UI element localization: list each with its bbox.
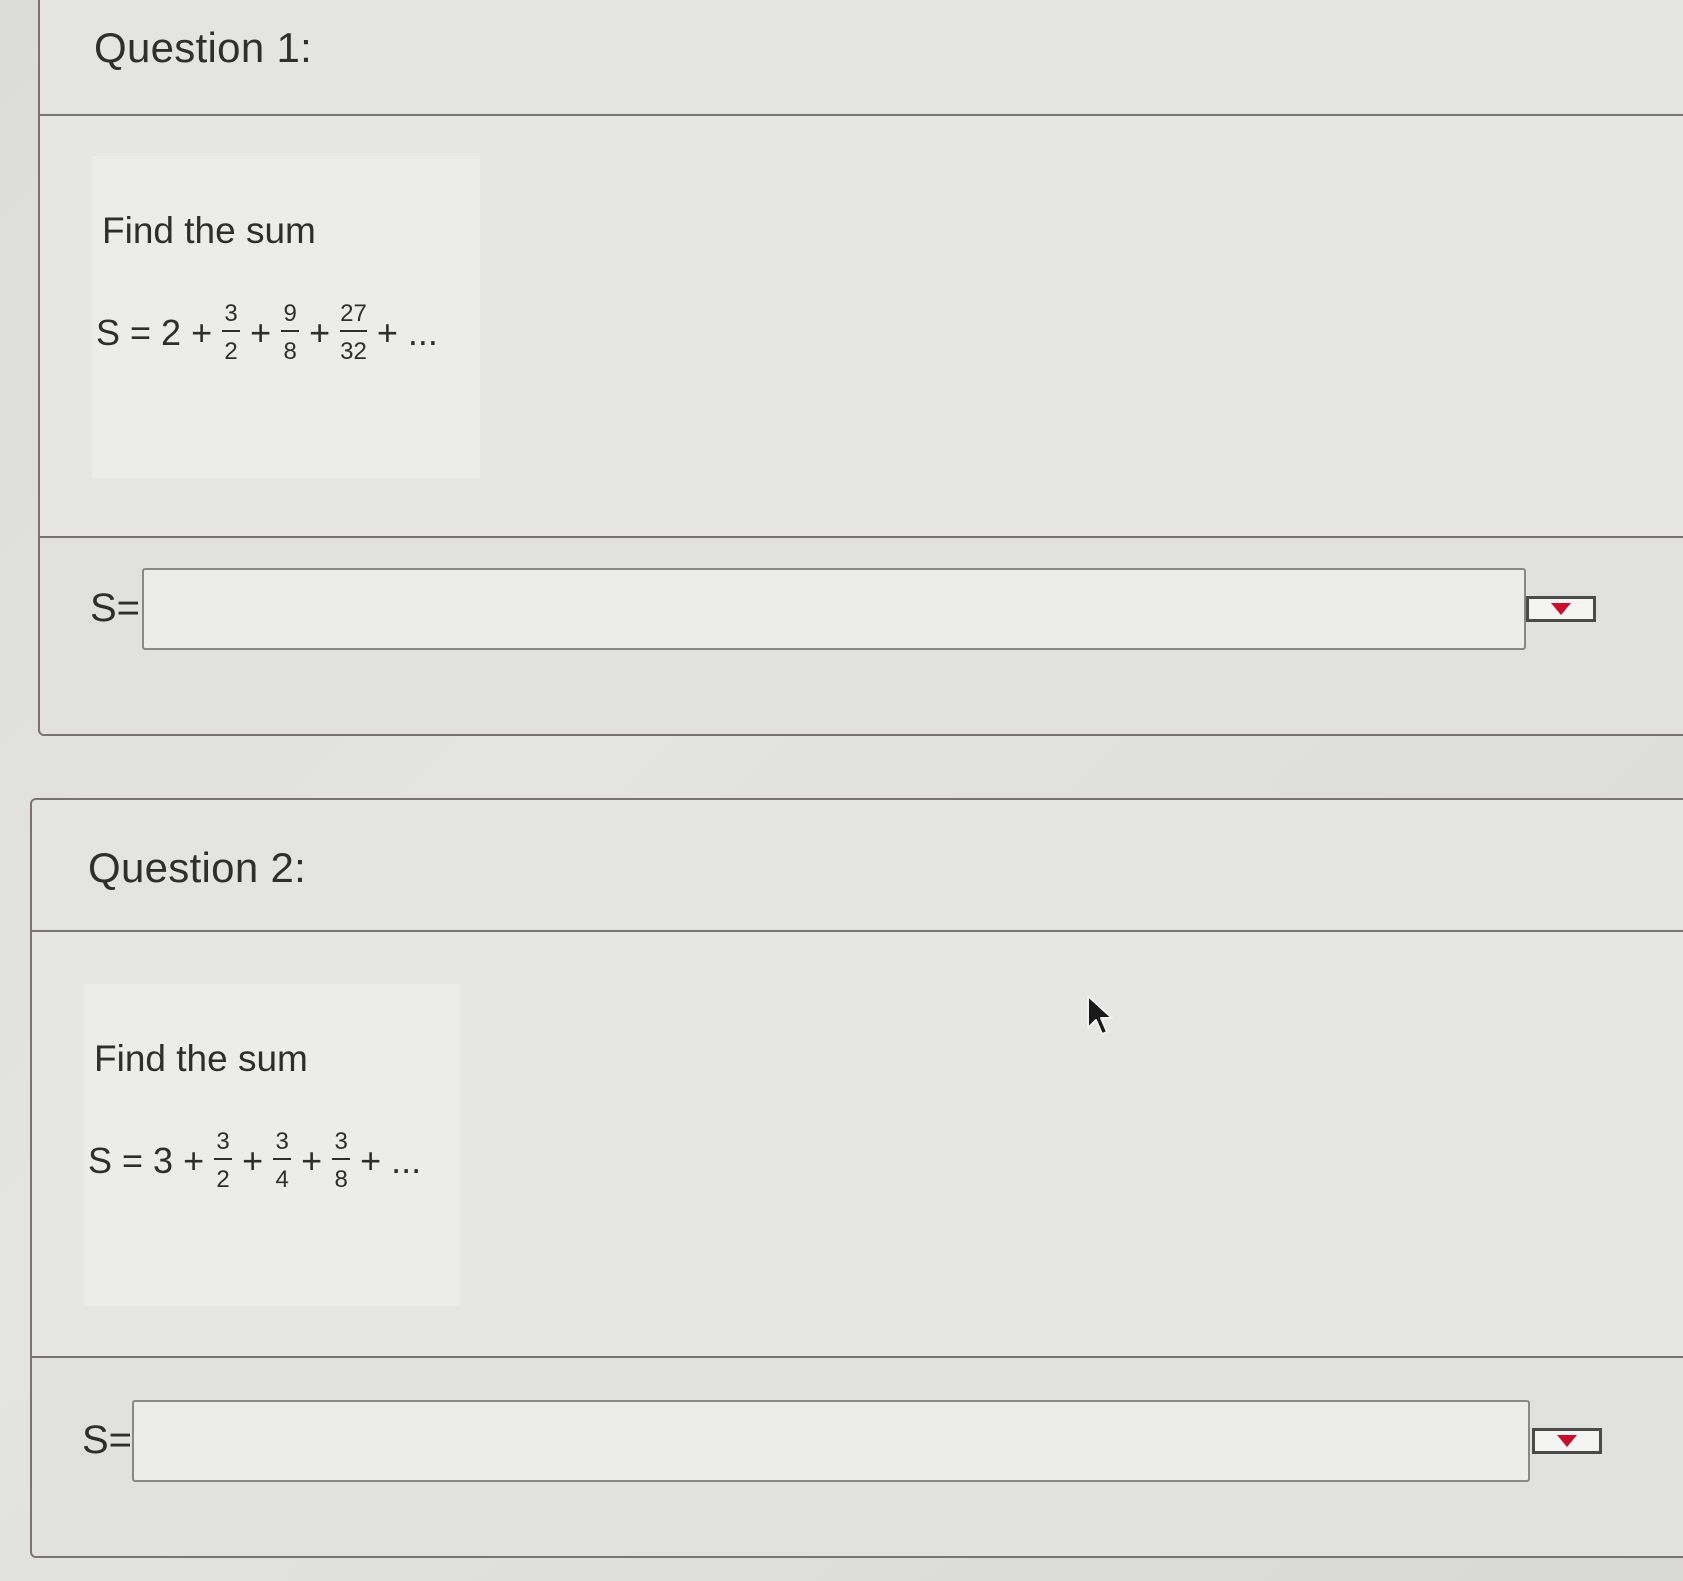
answer-format-dropdown[interactable] <box>1526 596 1596 622</box>
fraction-term: 9 8 <box>281 300 300 365</box>
fraction-numerator: 27 <box>340 300 367 327</box>
fraction-denominator: 2 <box>224 338 238 365</box>
fraction-term: 27 32 <box>340 302 367 364</box>
question-card-1: Question 1: Find the sum S = 2 + 3 2 + 9… <box>38 0 1683 736</box>
fraction-numerator: 3 <box>275 1128 289 1155</box>
equation-lhs: S = 3 + <box>88 1140 205 1181</box>
plus-sign: + <box>309 312 331 353</box>
question-card-2: Question 2: Find the sum S = 3 + 3 2 + 3… <box>30 798 1683 1558</box>
fraction-numerator: 3 <box>216 1128 230 1155</box>
problem-statement: Find the sum S = 2 + 3 2 + 9 8 + 27 32 +… <box>92 156 480 478</box>
fraction-denominator: 32 <box>340 338 367 365</box>
fraction-numerator: 3 <box>224 300 238 327</box>
answer-area: S= <box>40 538 1683 734</box>
equation-lhs: S = 2 + <box>96 312 213 353</box>
question-body: Find the sum S = 2 + 3 2 + 9 8 + 27 32 +… <box>40 116 1683 538</box>
fraction-denominator: 8 <box>334 1166 348 1193</box>
chevron-down-icon <box>1551 603 1571 615</box>
fraction-numerator: 3 <box>334 1128 348 1155</box>
question-header: Question 1: <box>40 0 1683 116</box>
question-title: Question 1: <box>94 24 313 71</box>
series-equation: S = 3 + 3 2 + 3 4 + 3 8 + ... <box>84 1130 425 1192</box>
answer-label: S= <box>90 586 141 630</box>
answer-label: S= <box>82 1418 133 1462</box>
fraction-term: 3 4 <box>273 1128 292 1193</box>
fraction-denominator: 8 <box>283 338 297 365</box>
question-header: Question 2: <box>32 800 1683 932</box>
answer-area: S= <box>32 1358 1683 1556</box>
series-equation: S = 2 + 3 2 + 9 8 + 27 32 + ... <box>92 302 442 364</box>
equation-tail: + ... <box>360 1140 422 1181</box>
plus-sign: + <box>250 312 272 353</box>
question-body: Find the sum S = 3 + 3 2 + 3 4 + 3 8 + .… <box>32 932 1683 1358</box>
mouse-pointer-icon <box>1087 995 1113 1035</box>
fraction-term: 3 2 <box>214 1128 233 1193</box>
fraction-denominator: 2 <box>216 1166 230 1193</box>
plus-sign: + <box>242 1140 264 1181</box>
fraction-term: 3 2 <box>222 300 241 365</box>
problem-prompt: Find the sum <box>94 1038 308 1079</box>
equation-tail: + ... <box>376 312 438 353</box>
chevron-down-icon <box>1557 1435 1577 1447</box>
answer-format-dropdown[interactable] <box>1532 1428 1602 1454</box>
question-title: Question 2: <box>88 844 307 891</box>
problem-prompt: Find the sum <box>102 210 316 251</box>
problem-statement: Find the sum S = 3 + 3 2 + 3 4 + 3 8 + .… <box>84 984 460 1306</box>
answer-input[interactable] <box>142 568 1526 650</box>
fraction-denominator: 4 <box>275 1166 289 1193</box>
fraction-term: 3 8 <box>332 1128 351 1193</box>
answer-input[interactable] <box>132 1400 1530 1482</box>
fraction-numerator: 9 <box>283 300 297 327</box>
plus-sign: + <box>301 1140 323 1181</box>
